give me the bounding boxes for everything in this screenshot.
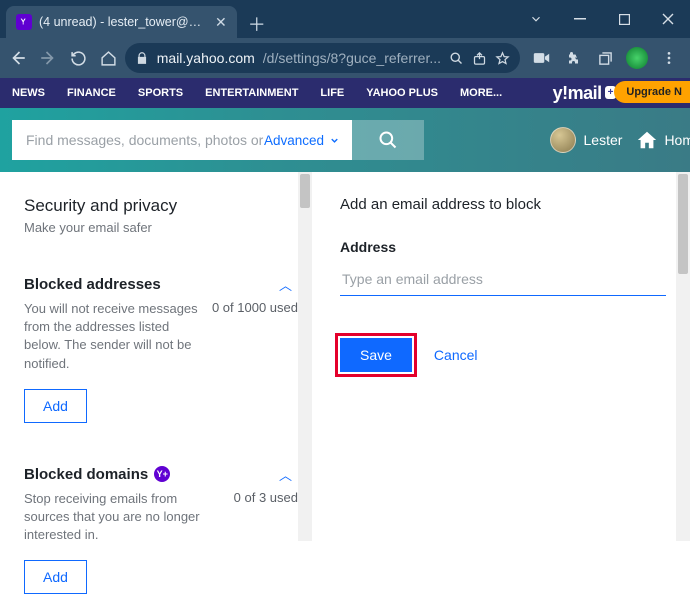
cancel-button[interactable]: Cancel [434, 347, 478, 363]
settings-right-panel: Add an email address to block Address Sa… [312, 172, 690, 541]
nav-item-sports[interactable]: SPORTS [138, 87, 183, 99]
blocked-addresses-title: Blocked addresses [24, 276, 279, 293]
nav-forward-button[interactable] [34, 42, 62, 74]
yahoo-top-nav: NEWS FINANCE SPORTS ENTERTAINMENT LIFE Y… [0, 78, 690, 108]
advanced-search-button[interactable]: Advanced [264, 133, 344, 148]
window-titlebar: (4 unread) - lester_tower@yahoo ✕ ＋ [0, 0, 690, 38]
user-name-label: Lester [584, 132, 623, 148]
blocked-addresses-desc: You will not receive messages from the a… [24, 300, 202, 373]
add-blocked-domain-button[interactable]: Add [24, 560, 87, 594]
blocked-addresses-meta: 0 of 1000 used [212, 300, 298, 373]
search-box: Advanced [12, 120, 352, 160]
nav-item-life[interactable]: LIFE [320, 87, 344, 99]
scrollbar-thumb[interactable] [300, 174, 310, 208]
search-input[interactable] [26, 132, 264, 148]
blocked-domains-desc: Stop receiving emails from sources that … [24, 490, 224, 545]
tab-title: (4 unread) - lester_tower@yahoo [39, 15, 204, 29]
blocked-domains-title: Blocked domains [24, 466, 148, 483]
scrollbar-thumb[interactable] [678, 174, 688, 274]
window-minimize-icon[interactable] [558, 0, 602, 38]
share-icon[interactable] [472, 51, 487, 66]
search-icon [378, 130, 398, 150]
block-email-input[interactable] [340, 261, 666, 296]
search-button[interactable] [352, 120, 424, 160]
url-path: /d/settings/8?guce_referrer... [263, 50, 441, 66]
profile-avatar-icon[interactable] [622, 42, 652, 74]
bookmark-star-icon[interactable] [495, 51, 510, 66]
collapse-icon[interactable]: ︿ [279, 275, 298, 294]
window-controls [514, 0, 690, 38]
nav-item-news[interactable]: NEWS [12, 87, 45, 99]
window-close-icon[interactable] [646, 0, 690, 38]
tab-close-icon[interactable]: ✕ [215, 14, 227, 31]
browser-tab-active[interactable]: (4 unread) - lester_tower@yahoo ✕ [6, 6, 237, 38]
home-icon [636, 129, 658, 151]
url-host: mail.yahoo.com [157, 50, 255, 66]
add-blocked-address-button[interactable]: Add [24, 389, 87, 423]
nav-item-entertainment[interactable]: ENTERTAINMENT [205, 87, 298, 99]
advanced-label: Advanced [264, 133, 324, 148]
window-dropdown-icon[interactable] [514, 0, 558, 38]
yahoo-plus-badge-icon: Y+ [154, 466, 170, 482]
home-label: Hom [664, 132, 690, 148]
page-scrollbar[interactable] [676, 172, 690, 541]
nav-item-more[interactable]: MORE... [460, 87, 502, 99]
page-title: Security and privacy [24, 196, 298, 216]
nav-home-button[interactable] [95, 42, 123, 74]
nav-item-finance[interactable]: FINANCE [67, 87, 116, 99]
blocked-domains-meta: 0 of 3 used [234, 490, 298, 545]
new-tab-button[interactable]: ＋ [243, 10, 271, 38]
yahoo-mail-logo[interactable]: y!mail + [553, 83, 616, 104]
lock-icon [135, 51, 149, 65]
settings-main: Security and privacy Make your email saf… [0, 172, 690, 541]
save-button[interactable]: Save [340, 338, 412, 372]
tab-strip: (4 unread) - lester_tower@yahoo ✕ ＋ [0, 0, 514, 38]
right-panel-title: Add an email address to block [340, 196, 666, 213]
blocked-addresses-card: Blocked addresses ︿ You will not receive… [24, 275, 298, 423]
video-icon[interactable] [526, 42, 556, 74]
tabs-icon[interactable] [590, 42, 620, 74]
address-field-label: Address [340, 239, 666, 255]
nav-back-button[interactable] [4, 42, 32, 74]
collapse-icon[interactable]: ︿ [279, 465, 298, 484]
mail-header: Advanced Lester Hom [0, 108, 690, 172]
user-chip[interactable]: Lester [550, 127, 623, 153]
extensions-icon[interactable] [558, 42, 588, 74]
upgrade-button[interactable]: Upgrade N [614, 81, 690, 103]
left-panel-scrollbar[interactable] [298, 172, 312, 541]
address-bar[interactable]: mail.yahoo.com /d/settings/8?guce_referr… [125, 43, 520, 73]
search-in-url-icon[interactable] [449, 51, 464, 66]
page-subtitle: Make your email safer [24, 220, 298, 235]
window-maximize-icon[interactable] [602, 0, 646, 38]
nav-item-yahoo-plus[interactable]: YAHOO PLUS [366, 87, 438, 99]
avatar [550, 127, 576, 153]
settings-left-panel: Security and privacy Make your email saf… [0, 172, 312, 541]
home-button[interactable]: Hom [636, 129, 690, 151]
nav-reload-button[interactable] [64, 42, 92, 74]
logo-text: y!mail [553, 83, 602, 104]
browser-menu-icon[interactable] [654, 42, 684, 74]
browser-toolbar: mail.yahoo.com /d/settings/8?guce_referr… [0, 38, 690, 78]
yahoo-favicon [16, 14, 32, 30]
blocked-domains-card: Blocked domains Y+ ︿ Stop receiving emai… [24, 465, 298, 594]
